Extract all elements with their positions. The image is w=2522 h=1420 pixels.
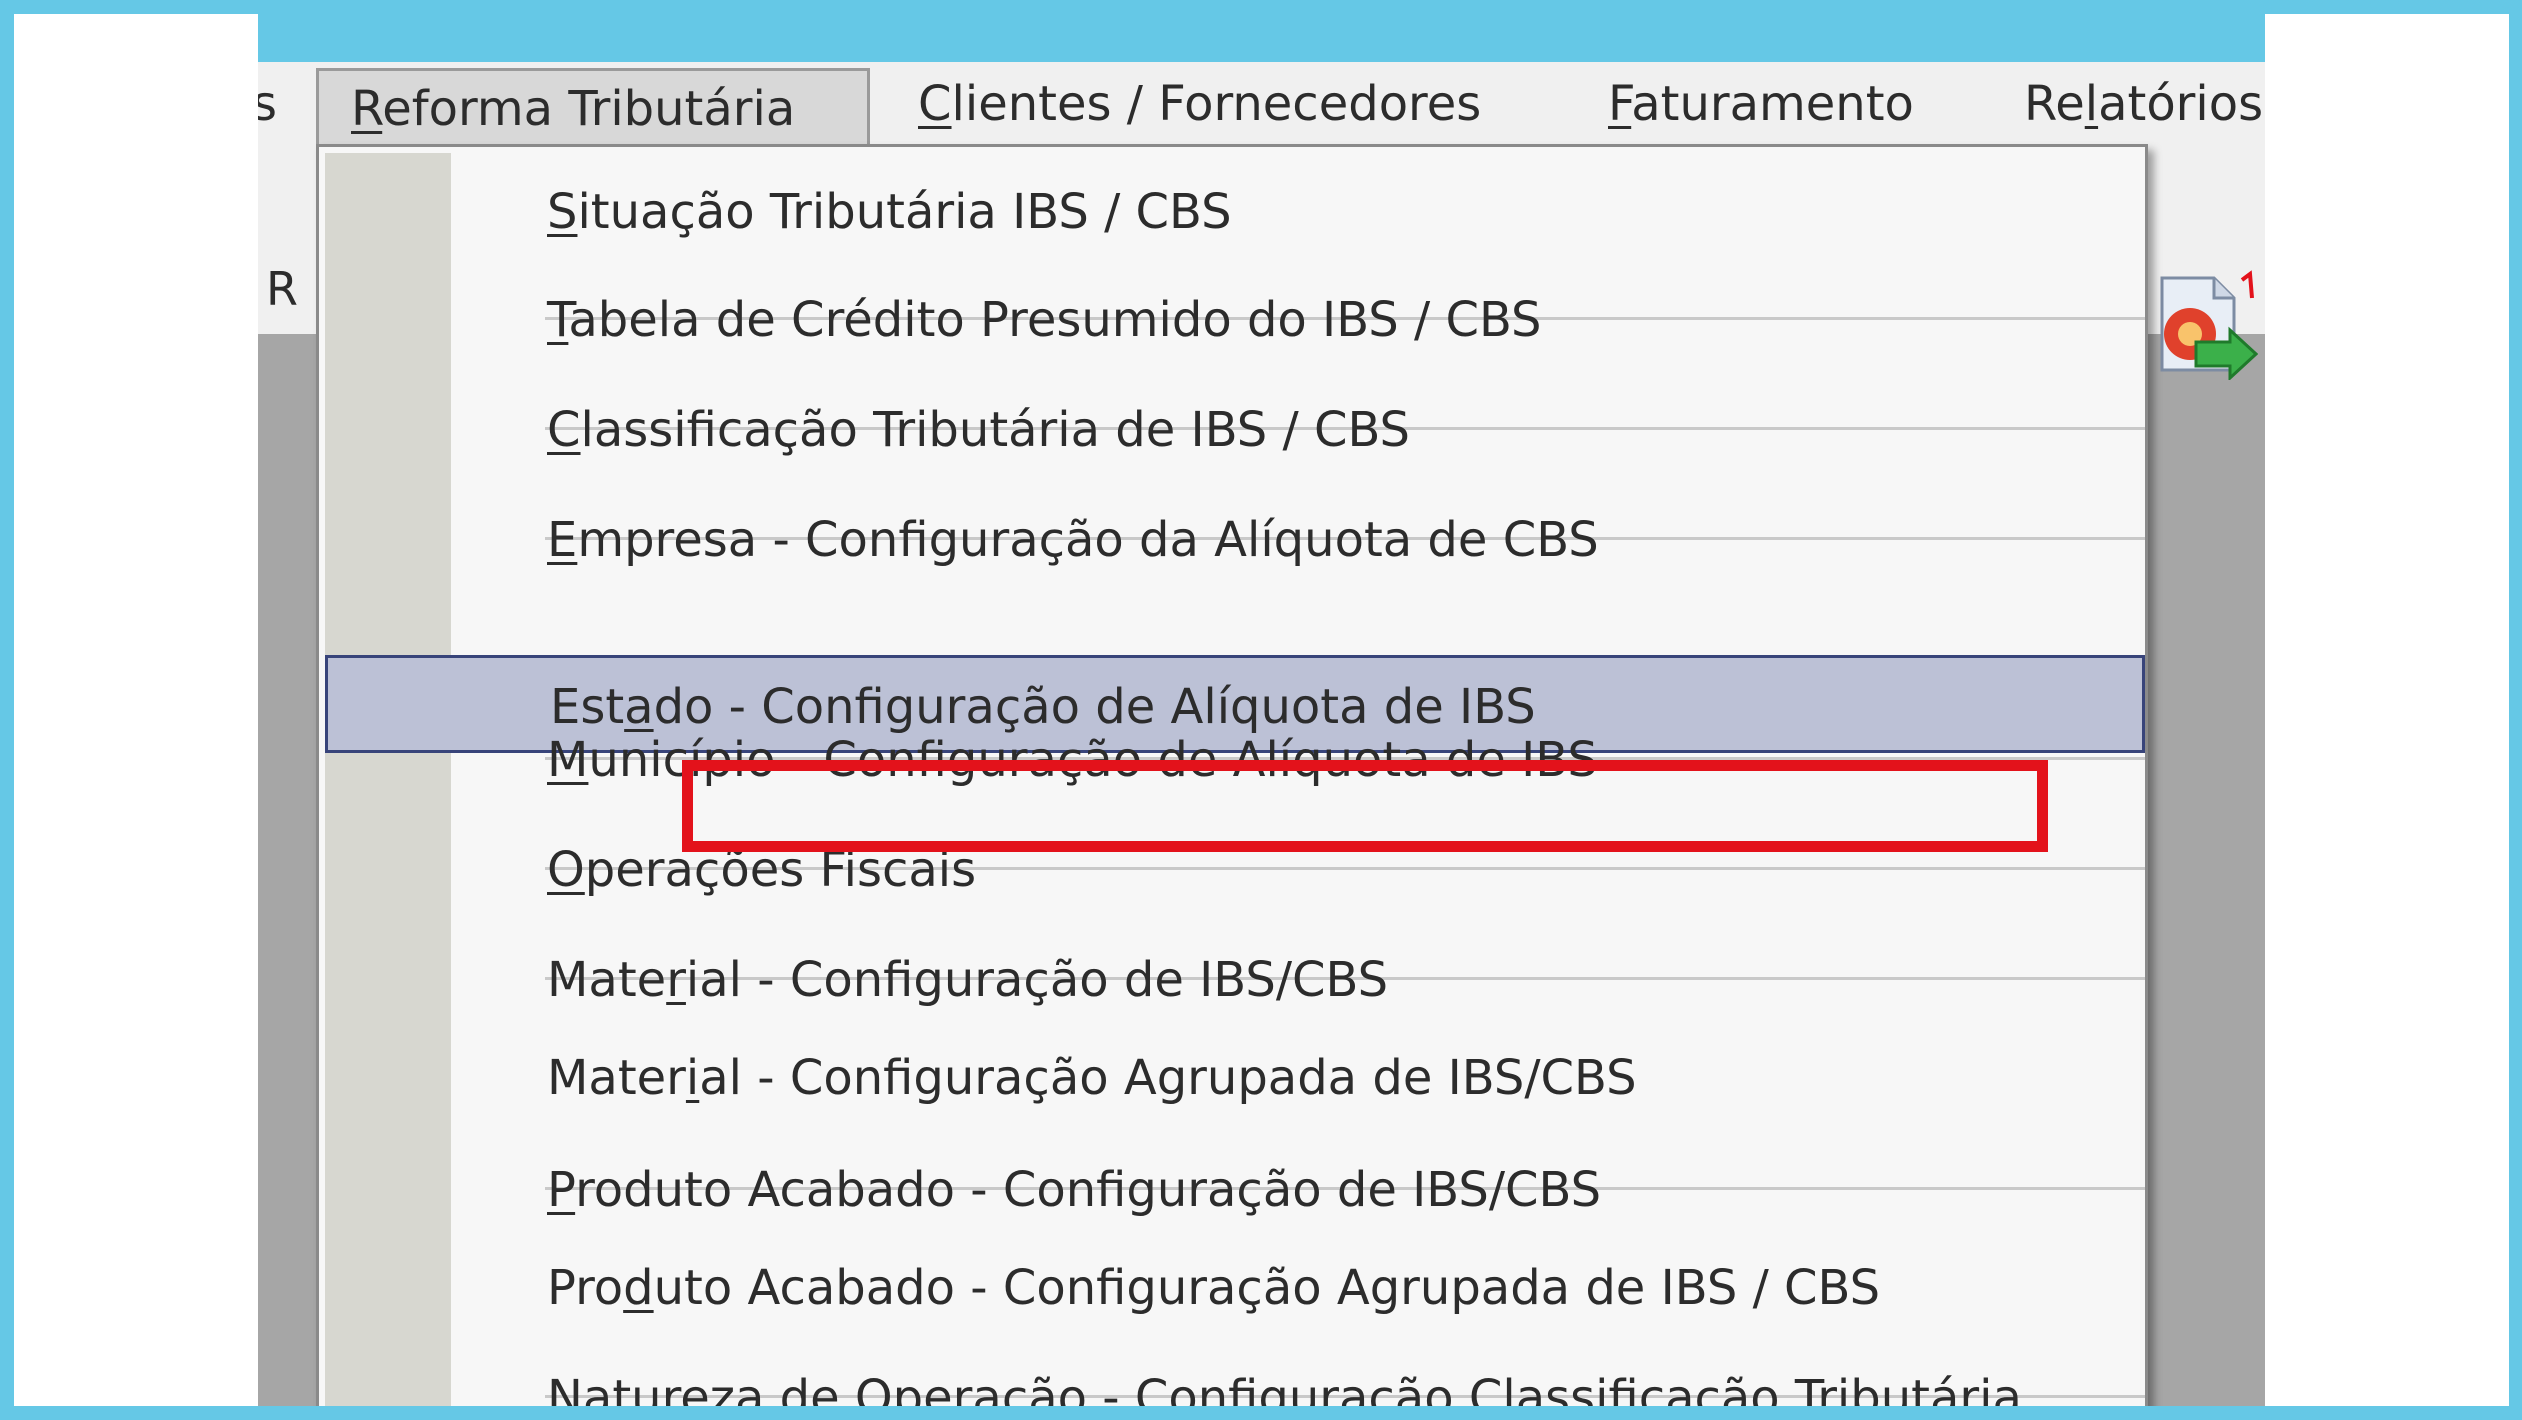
menu-item-label: Produto Acabado - Configuração Agrupada …	[547, 1260, 1881, 1316]
menu-accelerator: F	[1608, 76, 1632, 132]
menu-item-label: Situação Tributária IBS / CBS	[547, 184, 1232, 240]
menu-previous-partial[interactable]: s	[258, 62, 277, 146]
menu-item-label: Material - Configuração de IBS/CBS	[547, 952, 1389, 1008]
menu-item-material-agrupada[interactable]: Material - Configuração Agrupada de IBS/…	[319, 1029, 2145, 1127]
menu-bar: s Reforma Tributária Clientes / Forneced…	[258, 62, 2265, 146]
menu-item-label: Município - Configuração de Alíquota de …	[547, 732, 1598, 788]
menu-item-label: Tabela de Crédito Presumido do IBS / CBS	[547, 292, 1542, 348]
right-margin-panel	[2265, 14, 2509, 1406]
menu-reforma-tributaria[interactable]: Reforma Tributária	[316, 68, 870, 144]
menu-item-produto-acabado-agrupada[interactable]: Produto Acabado - Configuração Agrupada …	[319, 1239, 2145, 1337]
menu-item-label: Natureza de Operação - Configuração Clas…	[547, 1370, 2022, 1406]
toolbar-partial-label: R	[266, 262, 298, 316]
menu-title-text: Re	[2024, 76, 2085, 132]
menu-clientes-fornecedores[interactable]: Clientes / Fornecedores	[918, 62, 1481, 146]
left-margin-panel	[14, 14, 258, 1406]
menu-item-empresa-aliquota-cbs[interactable]: Empresa - Configuração da Alíquota de CB…	[319, 491, 2145, 589]
menu-item-material-configuracao[interactable]: Material - Configuração de IBS/CBS	[319, 931, 2145, 1029]
menu-title-text: lientes / Fornecedores	[951, 76, 1482, 132]
menu-item-label: Produto Acabado - Configuração de IBS/CB…	[547, 1162, 1602, 1218]
export-report-icon[interactable]	[2148, 270, 2258, 380]
app-window: s Reforma Tributária Clientes / Forneced…	[258, 62, 2265, 1406]
menu-item-situacao-tributaria[interactable]: Situação Tributária IBS / CBS	[319, 163, 2145, 261]
menu-item-label: Material - Configuração Agrupada de IBS/…	[547, 1050, 1637, 1106]
menu-item-operacoes-fiscais[interactable]: Operações Fiscais	[319, 821, 2145, 919]
menu-item-natureza-operacao[interactable]: Natureza de Operação - Configuração Clas…	[319, 1349, 2145, 1406]
menu-title-text: atórios	[2098, 76, 2264, 132]
dropdown-menu-reforma-tributaria: Situação Tributária IBS / CBS Tabela de …	[316, 144, 2148, 1406]
menu-accelerator: l	[2084, 76, 2099, 132]
menu-faturamento[interactable]: Faturamento	[1608, 62, 1914, 146]
menu-relatorios[interactable]: Relatórios	[2024, 62, 2263, 146]
menu-item-tabela-credito-presumido[interactable]: Tabela de Crédito Presumido do IBS / CBS	[319, 271, 2145, 369]
menu-item-produto-acabado-configuracao[interactable]: Produto Acabado - Configuração de IBS/CB…	[319, 1141, 2145, 1239]
menu-title-text: aturamento	[1631, 76, 1914, 132]
menu-item-municipio-aliquota-ibs[interactable]: Município - Configuração de Alíquota de …	[319, 711, 2145, 809]
menu-item-label: Empresa - Configuração da Alíquota de CB…	[547, 512, 1599, 568]
menu-accelerator: R	[351, 81, 383, 137]
menu-item-label: Classificação Tributária de IBS / CBS	[547, 402, 1411, 458]
menu-accelerator: C	[918, 76, 952, 132]
menu-title-text: eforma Tributária	[382, 81, 796, 137]
menu-item-label: Operações Fiscais	[547, 842, 977, 898]
menu-item-classificacao-tributaria[interactable]: Classificação Tributária de IBS / CBS	[319, 381, 2145, 479]
